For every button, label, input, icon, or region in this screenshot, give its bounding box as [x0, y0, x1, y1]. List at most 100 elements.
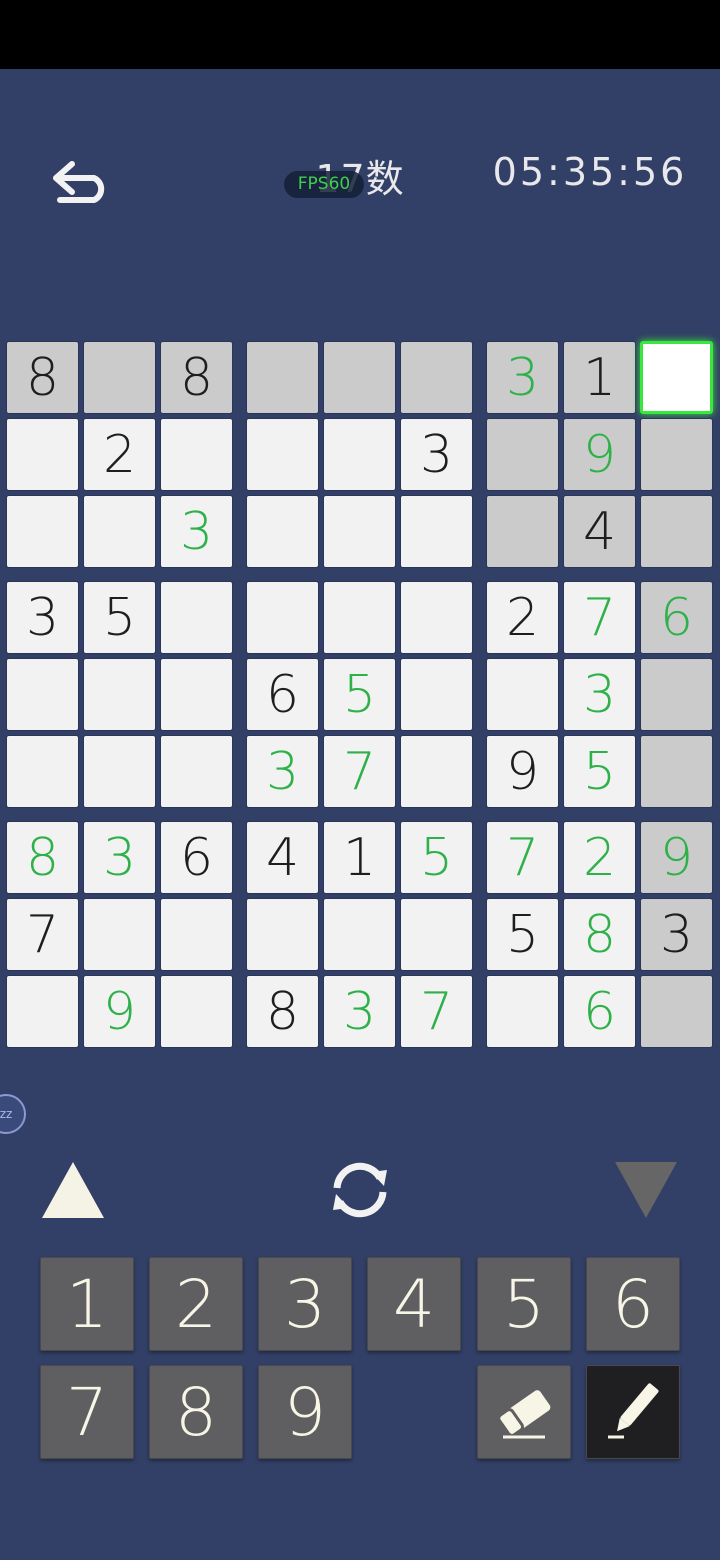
cell-r5c5[interactable]: 5 [323, 658, 396, 731]
cell-r1c1[interactable]: 8 [6, 341, 79, 414]
cell-r8c5[interactable] [323, 898, 396, 971]
cell-r2c5[interactable] [323, 418, 396, 491]
cell-r4c7[interactable]: 2 [486, 581, 559, 654]
cell-r8c6[interactable] [400, 898, 473, 971]
cell-r2c2[interactable]: 2 [83, 418, 156, 491]
cell-r9c7[interactable] [486, 975, 559, 1048]
cell-r7c7[interactable]: 7 [486, 821, 559, 894]
cell-r4c5[interactable] [323, 581, 396, 654]
cell-r6c8[interactable]: 5 [563, 735, 636, 808]
cell-r5c7[interactable] [486, 658, 559, 731]
back-button[interactable] [50, 150, 110, 205]
cell-r6c9[interactable] [640, 735, 713, 808]
cell-r2c1[interactable] [6, 418, 79, 491]
cell-r3c4[interactable] [246, 495, 319, 568]
eraser-button[interactable] [477, 1365, 571, 1459]
cell-r3c7[interactable] [486, 495, 559, 568]
cell-r1c4[interactable] [246, 341, 319, 414]
cell-r1c8[interactable]: 1 [563, 341, 636, 414]
cell-r2c8[interactable]: 9 [563, 418, 636, 491]
cell-r9c9[interactable] [640, 975, 713, 1048]
cell-r3c9[interactable] [640, 495, 713, 568]
cell-r8c7[interactable]: 5 [486, 898, 559, 971]
cell-r1c9[interactable] [640, 341, 713, 414]
status-bar [0, 0, 720, 69]
cell-r9c1[interactable] [6, 975, 79, 1048]
cell-r4c3[interactable] [160, 581, 233, 654]
cell-r2c3[interactable] [160, 418, 233, 491]
cell-r1c5[interactable] [323, 341, 396, 414]
digit-key-1[interactable]: 1 [40, 1257, 134, 1351]
cell-r7c9[interactable]: 9 [640, 821, 713, 894]
digit-key-6[interactable]: 6 [586, 1257, 680, 1351]
digit-key-2[interactable]: 2 [149, 1257, 243, 1351]
digit-key-8[interactable]: 8 [149, 1365, 243, 1459]
cell-r6c7[interactable]: 9 [486, 735, 559, 808]
cell-r2c4[interactable] [246, 418, 319, 491]
cell-r8c3[interactable] [160, 898, 233, 971]
digit-key-4[interactable]: 4 [367, 1257, 461, 1351]
cell-r8c1[interactable]: 7 [6, 898, 79, 971]
cell-r3c1[interactable] [6, 495, 79, 568]
cell-r4c1[interactable]: 3 [6, 581, 79, 654]
cell-r5c8[interactable]: 3 [563, 658, 636, 731]
cell-r3c6[interactable] [400, 495, 473, 568]
cell-r5c1[interactable] [6, 658, 79, 731]
cell-r8c4[interactable] [246, 898, 319, 971]
cell-r4c9[interactable]: 6 [640, 581, 713, 654]
rotate-button[interactable] [325, 1158, 395, 1222]
cell-r7c2[interactable]: 3 [83, 821, 156, 894]
move-up-arrow-icon[interactable] [42, 1162, 104, 1218]
cell-r4c4[interactable] [246, 581, 319, 654]
pencil-icon [608, 1383, 659, 1439]
cell-r9c5[interactable]: 3 [323, 975, 396, 1048]
cell-r3c8[interactable]: 4 [563, 495, 636, 568]
cell-r7c3[interactable]: 6 [160, 821, 233, 894]
cell-r8c9[interactable]: 3 [640, 898, 713, 971]
cell-r5c6[interactable] [400, 658, 473, 731]
cell-r1c3[interactable]: 8 [160, 341, 233, 414]
cell-r9c3[interactable] [160, 975, 233, 1048]
cell-r6c1[interactable] [6, 735, 79, 808]
digit-key-7[interactable]: 7 [40, 1365, 134, 1459]
cell-r3c5[interactable] [323, 495, 396, 568]
cell-r2c9[interactable] [640, 418, 713, 491]
digit-key-9[interactable]: 9 [258, 1365, 352, 1459]
pencil-button[interactable] [586, 1365, 680, 1459]
cell-r7c4[interactable]: 4 [246, 821, 319, 894]
cell-r5c9[interactable] [640, 658, 713, 731]
digit-key-5[interactable]: 5 [477, 1257, 571, 1351]
cell-r2c7[interactable] [486, 418, 559, 491]
game-timer: 05:35:56 [492, 150, 688, 194]
cell-r5c3[interactable] [160, 658, 233, 731]
cell-r4c2[interactable]: 5 [83, 581, 156, 654]
cell-r7c5[interactable]: 1 [323, 821, 396, 894]
side-floating-button[interactable]: zz [0, 1094, 26, 1134]
cell-r1c6[interactable] [400, 341, 473, 414]
cell-r8c2[interactable] [83, 898, 156, 971]
cell-r5c2[interactable] [83, 658, 156, 731]
cell-r7c1[interactable]: 8 [6, 821, 79, 894]
cell-r6c3[interactable] [160, 735, 233, 808]
cell-r3c2[interactable] [83, 495, 156, 568]
cell-r4c6[interactable] [400, 581, 473, 654]
cell-r9c4[interactable]: 8 [246, 975, 319, 1048]
cell-r6c5[interactable]: 7 [323, 735, 396, 808]
cell-r1c7[interactable]: 3 [486, 341, 559, 414]
move-down-arrow-icon[interactable] [615, 1162, 677, 1218]
cell-r7c8[interactable]: 2 [563, 821, 636, 894]
cell-r9c8[interactable]: 6 [563, 975, 636, 1048]
cell-r7c6[interactable]: 5 [400, 821, 473, 894]
digit-key-3[interactable]: 3 [258, 1257, 352, 1351]
cell-r6c4[interactable]: 3 [246, 735, 319, 808]
cell-r4c8[interactable]: 7 [563, 581, 636, 654]
cell-r5c4[interactable]: 6 [246, 658, 319, 731]
cell-r9c2[interactable]: 9 [83, 975, 156, 1048]
cell-r1c2[interactable] [83, 341, 156, 414]
cell-r2c6[interactable]: 3 [400, 418, 473, 491]
cell-r8c8[interactable]: 8 [563, 898, 636, 971]
cell-r6c2[interactable] [83, 735, 156, 808]
cell-r9c6[interactable]: 7 [400, 975, 473, 1048]
cell-r6c6[interactable] [400, 735, 473, 808]
cell-r3c3[interactable]: 3 [160, 495, 233, 568]
